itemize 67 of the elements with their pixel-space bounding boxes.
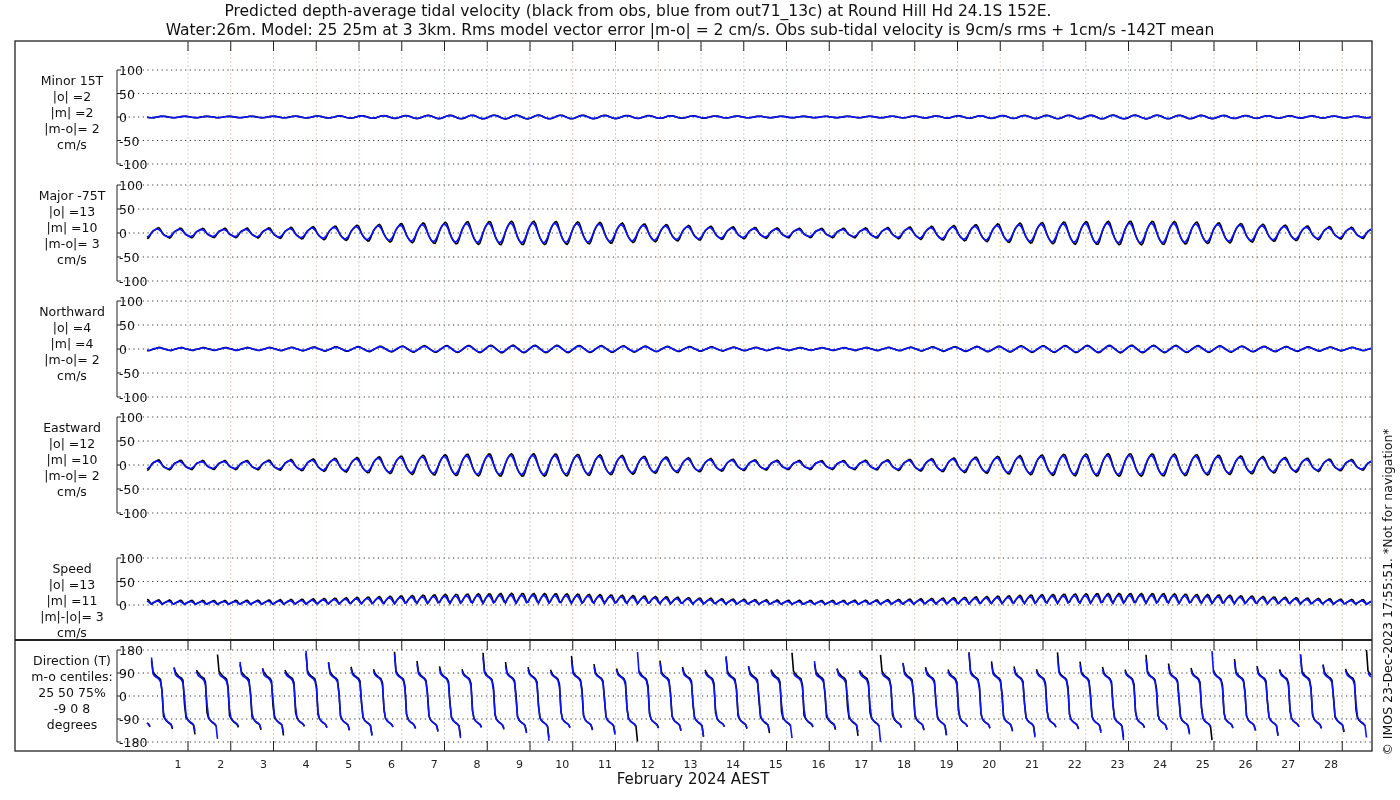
y-tick-label: 0 — [119, 342, 127, 357]
x-tick-label: 8 — [473, 758, 481, 771]
panel-label: Eastward |o| =12 |m| =10 |m-o|= 2 cm/s — [43, 420, 101, 499]
y-tick-label: 100 — [119, 178, 143, 193]
y-tick-label: -90 — [119, 712, 140, 727]
y-axis — [116, 557, 122, 606]
x-tick-label: 17 — [854, 758, 869, 771]
y-tick-label: -50 — [119, 482, 140, 497]
panel-label: Minor 15T |o| =2 |m| =2 |m-o|= 2 cm/s — [40, 73, 104, 152]
x-tick-label: 6 — [388, 758, 395, 771]
x-tick-label: 25 — [1195, 758, 1210, 771]
chart-title: Predicted depth-average tidal velocity (black from obs, blue from out71_13c) at Round Hill Hd 24.1S 152E. — [224, 2, 1052, 20]
x-tick-label: 15 — [768, 758, 783, 771]
x-tick-label: 10 — [555, 758, 570, 771]
x-tick-label: 14 — [726, 758, 741, 771]
x-tick-label: 24 — [1153, 758, 1168, 771]
y-tick-label: 50 — [119, 574, 135, 590]
y-tick-label: 0 — [119, 110, 127, 125]
x-tick-label: 11 — [598, 758, 612, 771]
chart-title: Water:26m. Model: 25 25m at 3 3km. Rms model vector error |m-o| = 2 cm/s. Obs sub-tidal velocity is 9cm/s rms + 1cm/s -142T mean — [165, 21, 1215, 39]
x-tick-label: 20 — [982, 758, 997, 771]
x-tick-label: 3 — [259, 758, 267, 771]
y-tick-label: 50 — [119, 86, 135, 102]
y-tick-label: -50 — [119, 133, 140, 149]
x-tick-label: 5 — [345, 758, 353, 771]
y-tick-label: 0 — [119, 226, 127, 241]
y-tick-label: 100 — [119, 294, 143, 309]
panel-label: Major -75T |o| =13 |m| =10 |m-o|= 3 cm/s — [38, 188, 106, 267]
panel-label: Speed |o| =13 |m| =11 |m|-|o|= 3 cm/s — [40, 561, 104, 640]
x-tick-label: 4 — [302, 758, 310, 771]
x-axis-title: February 2024 AEST — [616, 770, 770, 788]
x-tick-label: 22 — [1067, 758, 1082, 771]
panel-label: Direction (T) m-o centiles: 25 50 75% -9 0 8 degrees — [31, 653, 113, 732]
y-tick-label: 50 — [119, 318, 135, 333]
x-tick-label: 1 — [174, 758, 182, 771]
x-tick-label: 7 — [430, 758, 438, 771]
y-tick-label: -100 — [119, 390, 148, 405]
x-tick-label: 23 — [1110, 758, 1125, 771]
x-tick-label: 18 — [896, 758, 911, 771]
y-tick-label: -50 — [119, 250, 140, 265]
x-tick-label: 12 — [640, 758, 655, 771]
x-tick-label: 9 — [516, 758, 524, 771]
y-tick-label: 50 — [119, 434, 135, 449]
y-tick-label: -50 — [119, 366, 140, 381]
y-tick-label: 100 — [119, 410, 143, 425]
x-tick-label: 16 — [811, 758, 826, 771]
panel-label: Northward |o| =4 |m| =4 |m-o|= 2 cm/s — [39, 304, 105, 383]
y-tick-label: 180 — [119, 643, 143, 658]
x-tick-label: 2 — [217, 758, 225, 771]
x-tick-label: 28 — [1323, 758, 1338, 771]
y-tick-label: 90 — [119, 666, 135, 681]
y-tick-label: 0 — [119, 689, 127, 704]
x-tick-label: 19 — [939, 758, 954, 771]
y-tick-label: 50 — [119, 202, 135, 217]
y-tick-label: 0 — [119, 598, 127, 613]
x-tick-label: 27 — [1281, 758, 1296, 771]
y-tick-label: -180 — [119, 735, 148, 750]
y-tick-label: 0 — [119, 458, 127, 473]
y-tick-label: 100 — [119, 63, 143, 78]
y-tick-label: -100 — [119, 157, 148, 172]
credit-text: © IMOS 23-Dec-2023 17:55:51. *Not for navigation* — [1380, 428, 1395, 756]
x-tick-label: 13 — [683, 758, 698, 771]
x-tick-label: 26 — [1238, 758, 1253, 771]
y-tick-label: 100 — [119, 551, 143, 566]
x-tick-label: 21 — [1025, 758, 1039, 771]
y-tick-label: -100 — [119, 274, 148, 289]
y-tick-label: -100 — [119, 506, 148, 521]
